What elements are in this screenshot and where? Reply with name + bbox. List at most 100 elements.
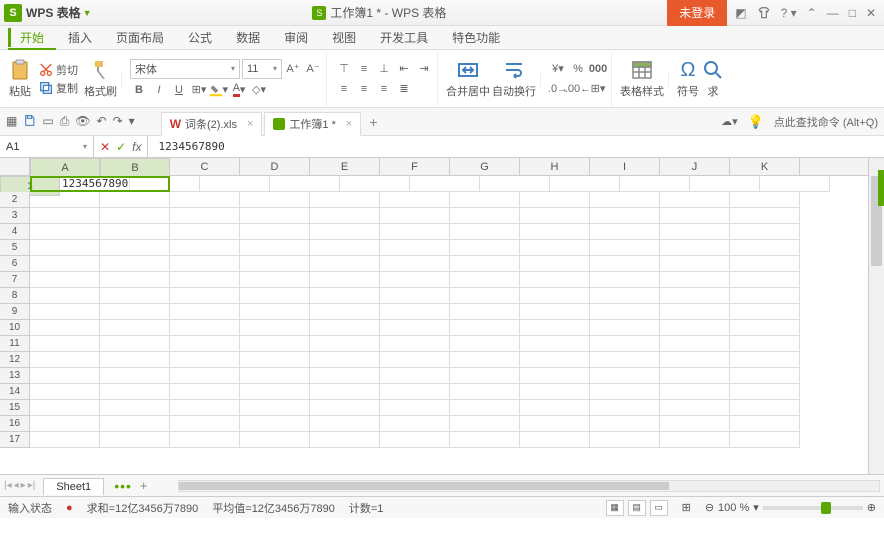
cell[interactable]: [380, 240, 450, 256]
cell[interactable]: [240, 368, 310, 384]
cell[interactable]: [520, 384, 590, 400]
italic-button[interactable]: I: [150, 81, 168, 99]
confirm-edit-button[interactable]: ✓: [116, 140, 126, 154]
cell[interactable]: [100, 256, 170, 272]
qa-save-icon[interactable]: [23, 114, 36, 129]
cell[interactable]: [240, 240, 310, 256]
cell[interactable]: [240, 352, 310, 368]
cell[interactable]: [660, 192, 730, 208]
cell[interactable]: [30, 400, 100, 416]
cell[interactable]: [340, 176, 410, 192]
cell[interactable]: [170, 240, 240, 256]
cell[interactable]: [660, 400, 730, 416]
cell[interactable]: [170, 336, 240, 352]
cell[interactable]: [170, 432, 240, 448]
fill-color-button[interactable]: ▾: [210, 81, 228, 99]
align-bottom-button[interactable]: ⊥: [375, 60, 393, 78]
view-reading-button[interactable]: ▭: [650, 500, 668, 516]
cell[interactable]: [450, 416, 520, 432]
slider-knob[interactable]: [821, 502, 831, 514]
cell[interactable]: [30, 320, 100, 336]
cell[interactable]: [520, 416, 590, 432]
cell[interactable]: [240, 208, 310, 224]
menu-tab-data[interactable]: 数据: [224, 26, 272, 49]
cell[interactable]: [590, 400, 660, 416]
sheet-nav[interactable]: |◂ ◂ ▸ ▸|: [4, 480, 35, 491]
cell[interactable]: [520, 352, 590, 368]
cell[interactable]: [310, 192, 380, 208]
cell[interactable]: [310, 368, 380, 384]
cell[interactable]: [100, 416, 170, 432]
cell[interactable]: [310, 304, 380, 320]
side-panel-tab[interactable]: [878, 170, 884, 206]
cell[interactable]: [310, 224, 380, 240]
cell[interactable]: [30, 272, 100, 288]
underline-button[interactable]: U: [170, 81, 188, 99]
cell[interactable]: [730, 288, 800, 304]
cell[interactable]: [240, 384, 310, 400]
column-header[interactable]: K: [730, 158, 800, 175]
bold-button[interactable]: B: [130, 81, 148, 99]
cell[interactable]: [30, 368, 100, 384]
cell[interactable]: [170, 192, 240, 208]
tab-close-icon[interactable]: ×: [346, 118, 352, 130]
cell[interactable]: [380, 256, 450, 272]
name-box[interactable]: A1▾: [0, 136, 94, 157]
cell[interactable]: [660, 272, 730, 288]
row-header[interactable]: 5: [0, 240, 30, 256]
cell[interactable]: [450, 336, 520, 352]
cell[interactable]: [450, 352, 520, 368]
cell[interactable]: [100, 432, 170, 448]
zoom-out-button[interactable]: ⊖: [705, 501, 714, 514]
format-brush-button[interactable]: 格式刷: [84, 58, 117, 99]
close-icon[interactable]: ✕: [866, 6, 876, 20]
menu-tab-view[interactable]: 视图: [320, 26, 368, 49]
cell[interactable]: [410, 176, 480, 192]
cell[interactable]: [240, 432, 310, 448]
cell[interactable]: [170, 224, 240, 240]
cell[interactable]: [130, 176, 200, 192]
cell[interactable]: [660, 240, 730, 256]
cell[interactable]: [520, 272, 590, 288]
cell[interactable]: [520, 368, 590, 384]
qa-more-icon[interactable]: ▾: [129, 114, 135, 129]
cell[interactable]: [380, 384, 450, 400]
cell[interactable]: [730, 208, 800, 224]
row-header[interactable]: 11: [0, 336, 30, 352]
cell[interactable]: [450, 304, 520, 320]
cell[interactable]: [100, 192, 170, 208]
cell[interactable]: [170, 384, 240, 400]
cell[interactable]: [380, 352, 450, 368]
cell[interactable]: [730, 192, 800, 208]
doc-tab-0[interactable]: W 词条(2).xls ×: [161, 112, 263, 136]
menu-tab-review[interactable]: 审阅: [272, 26, 320, 49]
cell[interactable]: [310, 384, 380, 400]
border-button[interactable]: ⊞▾: [190, 81, 208, 99]
comma-button[interactable]: 000: [589, 60, 607, 78]
cell[interactable]: [450, 368, 520, 384]
indent-right-button[interactable]: ⇥: [415, 60, 433, 78]
column-header[interactable]: I: [590, 158, 660, 175]
formula-input[interactable]: 1234567890: [148, 140, 884, 153]
row-header[interactable]: 8: [0, 288, 30, 304]
cell[interactable]: [240, 272, 310, 288]
cell[interactable]: [590, 288, 660, 304]
sheet-first-icon[interactable]: |◂: [4, 480, 12, 491]
qa-preview-icon[interactable]: 👁: [75, 114, 90, 129]
cell[interactable]: [450, 224, 520, 240]
cell[interactable]: [100, 288, 170, 304]
cell[interactable]: [310, 416, 380, 432]
cell[interactable]: [310, 208, 380, 224]
cell[interactable]: [30, 304, 100, 320]
hscroll-thumb[interactable]: [179, 482, 669, 490]
qa-new-icon[interactable]: ▦: [6, 114, 17, 129]
cell[interactable]: [170, 304, 240, 320]
ribbon-toggle-icon[interactable]: ⌃: [807, 6, 817, 20]
symbol-button[interactable]: Ω 符号: [677, 59, 699, 99]
row-header[interactable]: 15: [0, 400, 30, 416]
cell[interactable]: [240, 288, 310, 304]
cell[interactable]: [380, 400, 450, 416]
view-normal-button[interactable]: ▦: [606, 500, 624, 516]
cell[interactable]: [240, 192, 310, 208]
cell[interactable]: [520, 192, 590, 208]
